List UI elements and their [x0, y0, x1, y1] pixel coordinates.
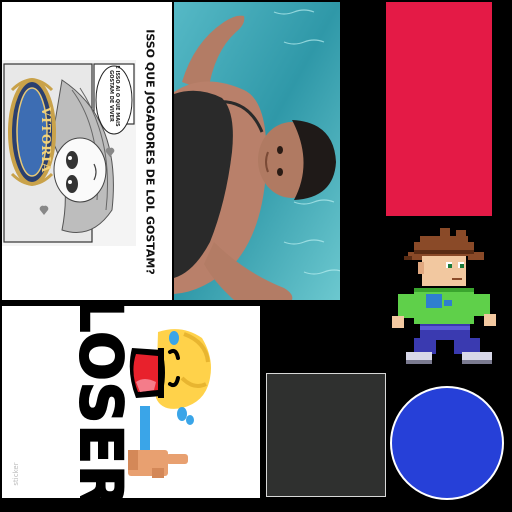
loser-sticker-panel[interactable]: LOSER sticker — [2, 306, 260, 498]
l-hand-icon — [128, 329, 211, 478]
sticker-watermark: sticker — [12, 462, 20, 486]
pixel-boy-icon[interactable] — [384, 222, 506, 368]
meme-caption: ISSO QUE JOGADORES DE LOL GOSTAM? — [143, 29, 157, 275]
pool-photo[interactable] — [174, 2, 340, 300]
gray-square[interactable] — [266, 373, 386, 497]
manga-meme-panel[interactable]: VITORIA E ISSO AI O QUE MAIS GOSTAM DE V… — [2, 2, 172, 300]
blue-circle[interactable] — [390, 386, 504, 500]
speech-bubble-text: E ISSO AI O QUE MAIS GOSTAM DE VIVER — [108, 65, 120, 127]
red-rectangle[interactable] — [386, 2, 492, 216]
victory-badge-text: VITORIA — [39, 107, 53, 174]
collage-canvas: VITORIA E ISSO AI O QUE MAIS GOSTAM DE V… — [0, 0, 512, 512]
